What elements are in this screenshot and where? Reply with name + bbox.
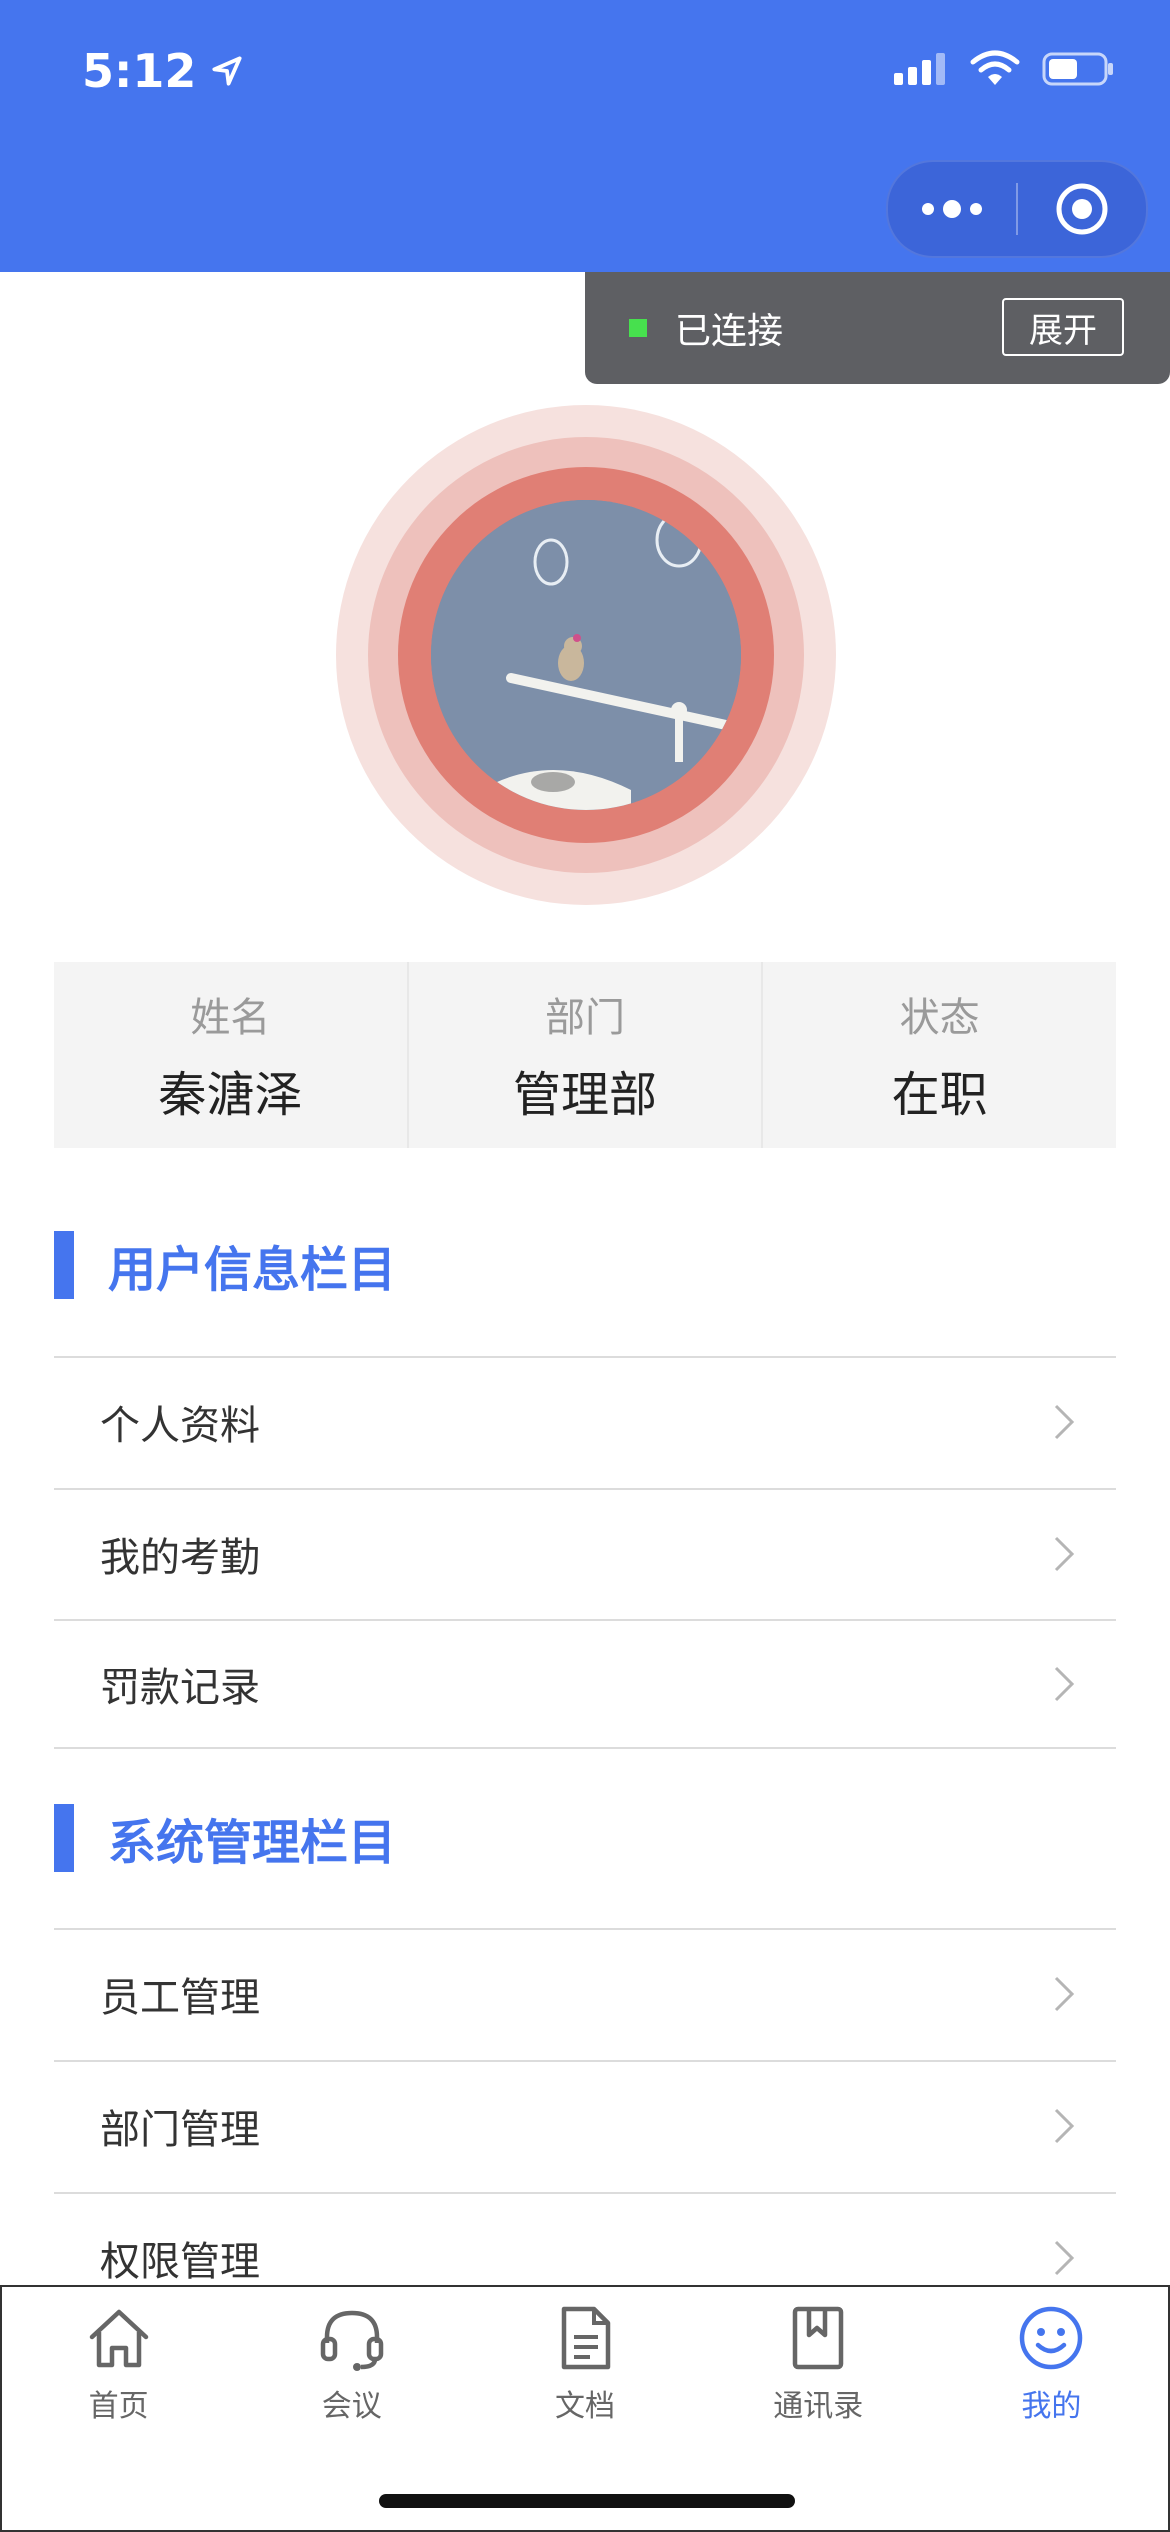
connected-indicator (629, 319, 647, 337)
info-value: 管理部 (513, 1067, 658, 1123)
tab-documents[interactable]: 文档 (468, 2287, 701, 2437)
status-time: 5:12 (82, 44, 246, 98)
tab-label: 首页 (88, 2389, 149, 2424)
connection-status: 已连接 (675, 311, 784, 352)
info-label: 姓名 (190, 995, 271, 1041)
menu-item-department-management[interactable]: 部门管理 (54, 2060, 1116, 2190)
menu-item-penalty-records[interactable]: 罚款记录 (54, 1619, 1116, 1749)
battery-icon (1042, 52, 1113, 86)
tab-mine[interactable]: 我的 (935, 2287, 1168, 2437)
menu-item-label: 罚款记录 (100, 1665, 260, 1711)
chevron-right-icon (1054, 1666, 1075, 1702)
menu-item-my-attendance[interactable]: 我的考勤 (54, 1488, 1116, 1618)
tab-home[interactable]: 首页 (2, 2287, 235, 2437)
expand-button[interactable]: 展开 (1002, 298, 1124, 356)
info-label: 状态 (899, 995, 980, 1041)
section-accent-bar (54, 1231, 74, 1299)
tab-meeting[interactable]: 会议 (235, 2287, 468, 2437)
chevron-right-icon (1054, 1976, 1075, 2012)
tab-label: 我的 (1021, 2389, 1082, 2424)
tab-label: 文档 (555, 2389, 615, 2424)
home-indicator (379, 2494, 795, 2508)
section-title-system-admin: 系统管理栏目 (54, 1803, 396, 1873)
menu-item-label: 我的考勤 (100, 1535, 260, 1581)
avatar-photo (431, 500, 741, 810)
menu-item-label: 部门管理 (100, 2107, 260, 2153)
document-icon (561, 2306, 611, 2370)
section-title-text: 用户信息栏目 (108, 1242, 397, 1298)
bookmark-book-icon (792, 2306, 844, 2370)
menu-item-employee-management[interactable]: 员工管理 (54, 1928, 1116, 2058)
info-status: 状态 在职 (761, 962, 1116, 1148)
headset-icon (320, 2310, 384, 2371)
close-button[interactable] (1018, 162, 1146, 256)
tab-label: 通讯录 (773, 2389, 864, 2424)
target-circle-icon (1056, 183, 1108, 235)
info-name: 姓名 秦溏泽 (54, 962, 407, 1148)
chevron-right-icon (1054, 1536, 1075, 1572)
chevron-right-icon (1054, 2108, 1075, 2144)
miniprogram-capsule (886, 160, 1148, 258)
location-arrow-icon (212, 56, 242, 86)
smile-icon (1020, 2306, 1083, 2370)
menu-item-personal-profile[interactable]: 个人资料 (54, 1356, 1116, 1486)
connection-toast: 已连接 展开 (585, 272, 1170, 384)
chevron-right-icon (1054, 2240, 1075, 2276)
menu-item-label: 员工管理 (100, 1975, 260, 2021)
section-title-user-info: 用户信息栏目 (54, 1230, 396, 1300)
seesaw-illustration (431, 500, 741, 810)
cellular-signal-icon (894, 53, 945, 85)
info-value: 在职 (891, 1067, 988, 1123)
clock-text: 5:12 (82, 44, 197, 98)
home-icon (89, 2309, 148, 2368)
more-button[interactable] (888, 162, 1016, 256)
menu-item-label: 权限管理 (100, 2239, 260, 2285)
tab-label: 会议 (321, 2389, 382, 2424)
section-accent-bar (54, 1804, 74, 1872)
chevron-right-icon (1054, 1404, 1075, 1440)
top-bar: 5:12 (0, 0, 1170, 272)
avatar[interactable] (336, 405, 836, 905)
wifi-icon (970, 50, 1020, 85)
bottom-tab-bar: 首页 会议 文档 通讯录 我的 (0, 2285, 1170, 2532)
more-dots-icon (922, 200, 982, 218)
menu-item-label: 个人资料 (100, 1403, 260, 1449)
section-title-text: 系统管理栏目 (108, 1815, 397, 1871)
tab-contacts[interactable]: 通讯录 (702, 2287, 935, 2437)
status-icons (894, 50, 1114, 88)
info-value: 秦溏泽 (158, 1067, 303, 1123)
profile-info-card: 姓名 秦溏泽 部门 管理部 状态 在职 (54, 962, 1116, 1148)
info-department: 部门 管理部 (406, 962, 762, 1148)
info-label: 部门 (545, 995, 625, 1041)
